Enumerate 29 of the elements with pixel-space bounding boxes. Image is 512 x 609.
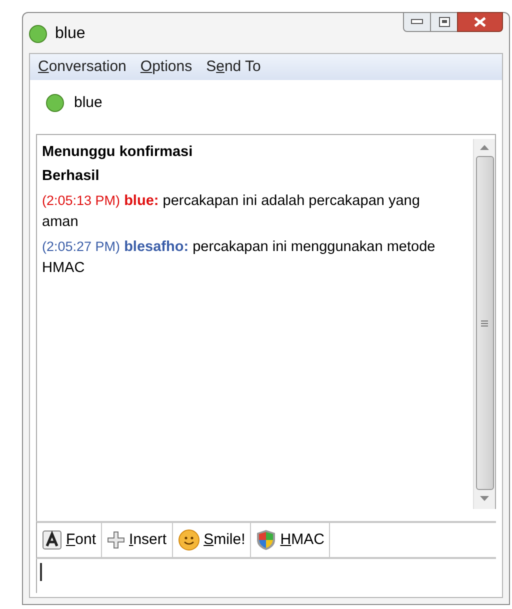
close-icon (474, 17, 486, 27)
plus-icon (107, 531, 126, 549)
toolbar-button[interactable]: Smile! (172, 523, 252, 557)
chat-message: (2:05:27 PM) blesafho: percakapan ini menggunakan metode HMAC (42, 238, 436, 278)
minimize-button[interactable] (403, 12, 431, 32)
scroll-thumb[interactable] (476, 156, 494, 490)
status-message: Menunggu konfirmasi (42, 143, 194, 162)
scroll-down-icon (480, 496, 489, 501)
menu-item[interactable]: Conversation (38, 56, 126, 78)
grip-icon (481, 320, 488, 326)
maximize-icon (438, 17, 450, 27)
font-icon (42, 530, 62, 550)
text-cursor (40, 563, 42, 581)
menu-item[interactable]: Options (140, 56, 192, 78)
smiley-icon (178, 529, 200, 551)
close-button[interactable] (457, 12, 503, 32)
status-icon (46, 94, 64, 112)
toolbar-button[interactable]: HMAC (251, 523, 330, 557)
status-icon (29, 25, 47, 43)
status-message: Berhasil (42, 167, 100, 186)
shield-icon (256, 529, 276, 551)
toolbar-button[interactable]: Insert (102, 523, 173, 557)
maximize-button[interactable] (431, 12, 457, 32)
scroll-up-icon (480, 145, 489, 150)
contact-name: blue (74, 92, 102, 113)
window-title: blue (55, 24, 86, 44)
toolbar-button[interactable]: Font (37, 523, 102, 557)
menu-item[interactable]: Send To (206, 56, 261, 78)
minimize-icon (411, 19, 423, 25)
